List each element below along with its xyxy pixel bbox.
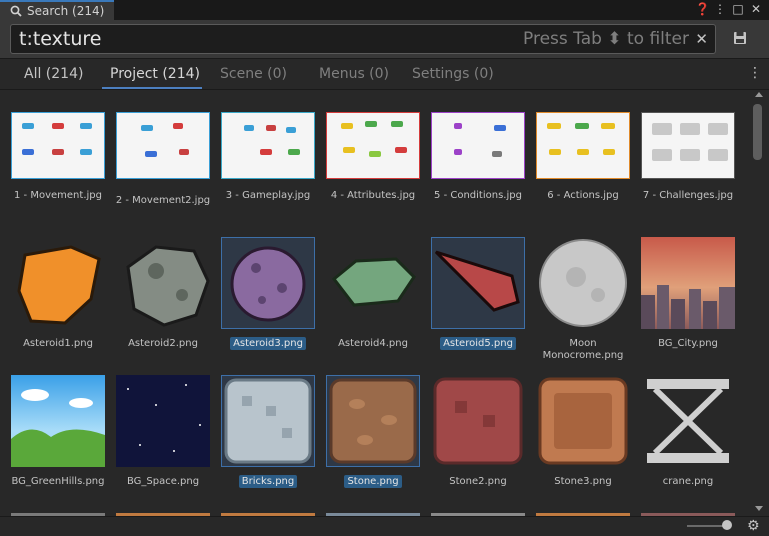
search-query: t:texture bbox=[19, 28, 102, 50]
result-item[interactable]: 7 - Challenges.jpg bbox=[635, 112, 739, 222]
window-titlebar: Search (214) ❓ ⋮ □ ✕ bbox=[0, 0, 769, 20]
scroll-down-arrow-icon[interactable] bbox=[755, 506, 763, 511]
result-item[interactable]: 5 - Conditions.jpg bbox=[425, 112, 529, 222]
provider-tabs: All (214) Project (214) Scene (0) Menus … bbox=[0, 58, 769, 90]
clear-search-icon[interactable]: ✕ bbox=[695, 30, 708, 48]
item-label: 2 - Movement2.jpg bbox=[115, 195, 211, 206]
zoom-slider[interactable] bbox=[687, 525, 727, 527]
document-thumbnail bbox=[11, 112, 105, 179]
image-thumbnail bbox=[326, 375, 420, 467]
item-label: BG_Space.png bbox=[126, 476, 200, 487]
item-label: 4 - Attributes.jpg bbox=[330, 190, 416, 201]
result-item[interactable]: BG_GreenHills.png bbox=[5, 375, 109, 493]
results-grid: 1 - Movement.jpg 2 - Movement2.jpg 3 - G… bbox=[0, 90, 750, 516]
image-thumbnail bbox=[641, 375, 735, 467]
image-thumbnail bbox=[536, 237, 630, 329]
result-item[interactable]: Stone2.png bbox=[425, 375, 529, 493]
result-item[interactable]: Asteroid5.png bbox=[425, 237, 529, 357]
result-item[interactable]: Asteroid4.png bbox=[320, 237, 424, 357]
result-item[interactable]: 3 - Gameplay.jpg bbox=[215, 112, 319, 222]
image-thumbnail bbox=[221, 237, 315, 329]
document-thumbnail bbox=[431, 112, 525, 179]
item-label: Stone.png bbox=[344, 475, 402, 488]
item-label: Asteroid3.png bbox=[230, 337, 306, 350]
search-toolbar: t:texture Press Tab ⬍ to filter ✕ bbox=[0, 20, 769, 58]
scrollbar-thumb[interactable] bbox=[753, 104, 762, 160]
result-item[interactable]: 6 - Actions.jpg bbox=[530, 112, 634, 222]
result-item[interactable]: Asteroid1.png bbox=[5, 237, 109, 357]
result-item[interactable]: Asteroid3.png bbox=[215, 237, 319, 357]
item-label: BG_City.png bbox=[658, 338, 718, 349]
scroll-up-arrow-icon[interactable] bbox=[755, 92, 763, 97]
vertical-scrollbar[interactable] bbox=[750, 90, 769, 516]
item-label: 5 - Conditions.jpg bbox=[434, 190, 522, 201]
document-thumbnail bbox=[326, 112, 420, 179]
window-tab-label: Search (214) bbox=[27, 4, 105, 18]
window-tab[interactable]: Search (214) bbox=[0, 0, 114, 20]
tab-settings[interactable]: Settings (0) bbox=[412, 66, 494, 82]
result-item[interactable]: Stone.png bbox=[320, 375, 424, 493]
result-item[interactable]: BG_City.png bbox=[635, 237, 739, 357]
document-thumbnail bbox=[641, 112, 735, 179]
gear-icon[interactable]: ⚙ bbox=[747, 518, 760, 534]
zoom-slider-handle[interactable] bbox=[722, 520, 732, 530]
active-tab-indicator bbox=[102, 87, 202, 89]
image-thumbnail bbox=[326, 237, 420, 329]
more-vertical-icon[interactable]: ⋮ bbox=[713, 2, 727, 16]
item-label: Bricks.png bbox=[238, 475, 298, 488]
search-hint: Press Tab ⬍ to filter bbox=[523, 29, 689, 49]
tab-all[interactable]: All (214) bbox=[24, 66, 83, 82]
result-item[interactable]: Bricks.png bbox=[215, 375, 319, 493]
floppy-disk-icon[interactable] bbox=[733, 31, 747, 45]
image-thumbnail bbox=[641, 237, 735, 329]
tab-project[interactable]: Project (214) bbox=[110, 66, 200, 82]
close-icon[interactable]: ✕ bbox=[749, 2, 763, 16]
item-label: 7 - Challenges.jpg bbox=[642, 190, 734, 201]
maximize-icon[interactable]: □ bbox=[731, 2, 745, 16]
search-icon bbox=[10, 5, 22, 17]
more-vertical-icon[interactable]: ⋮ bbox=[748, 65, 762, 81]
result-item[interactable]: 4 - Attributes.jpg bbox=[320, 112, 424, 222]
item-label: Asteroid4.png bbox=[338, 338, 408, 349]
item-label: Stone3.png bbox=[554, 476, 612, 487]
image-thumbnail bbox=[221, 375, 315, 467]
image-thumbnail bbox=[11, 375, 105, 467]
result-item[interactable]: 1 - Movement.jpg bbox=[5, 112, 109, 222]
result-item[interactable]: BG_Space.png bbox=[110, 375, 214, 493]
item-label: Asteroid5.png bbox=[440, 337, 516, 350]
item-label: crane.png bbox=[662, 476, 714, 487]
image-thumbnail bbox=[116, 237, 210, 329]
result-item[interactable]: Stone3.png bbox=[530, 375, 634, 493]
tab-menus[interactable]: Menus (0) bbox=[319, 66, 389, 82]
item-label: 6 - Actions.jpg bbox=[547, 190, 619, 201]
help-icon[interactable]: ❓ bbox=[695, 2, 710, 16]
item-label: Stone2.png bbox=[449, 476, 507, 487]
result-item[interactable]: Asteroid2.png bbox=[110, 237, 214, 357]
item-label: 3 - Gameplay.jpg bbox=[225, 190, 311, 201]
item-label: Asteroid1.png bbox=[23, 338, 93, 349]
document-thumbnail bbox=[116, 112, 210, 179]
result-item[interactable]: crane.png bbox=[635, 375, 739, 493]
document-thumbnail bbox=[536, 112, 630, 179]
image-thumbnail bbox=[536, 375, 630, 467]
item-label: 1 - Movement.jpg bbox=[14, 190, 102, 201]
image-thumbnail bbox=[431, 237, 525, 329]
status-bar: ⚙ bbox=[0, 516, 769, 536]
tab-scene[interactable]: Scene (0) bbox=[220, 66, 287, 82]
image-thumbnail bbox=[116, 375, 210, 467]
image-thumbnail bbox=[431, 375, 525, 467]
item-label: Moon Monocrome.png bbox=[542, 338, 624, 361]
image-thumbnail bbox=[11, 237, 105, 329]
search-input[interactable]: t:texture Press Tab ⬍ to filter ✕ bbox=[10, 24, 716, 54]
result-item[interactable]: Moon Monocrome.png bbox=[530, 237, 634, 361]
document-thumbnail bbox=[221, 112, 315, 179]
result-item[interactable]: 2 - Movement2.jpg bbox=[110, 112, 214, 222]
item-label: BG_GreenHills.png bbox=[11, 476, 105, 487]
item-label: Asteroid2.png bbox=[128, 338, 198, 349]
